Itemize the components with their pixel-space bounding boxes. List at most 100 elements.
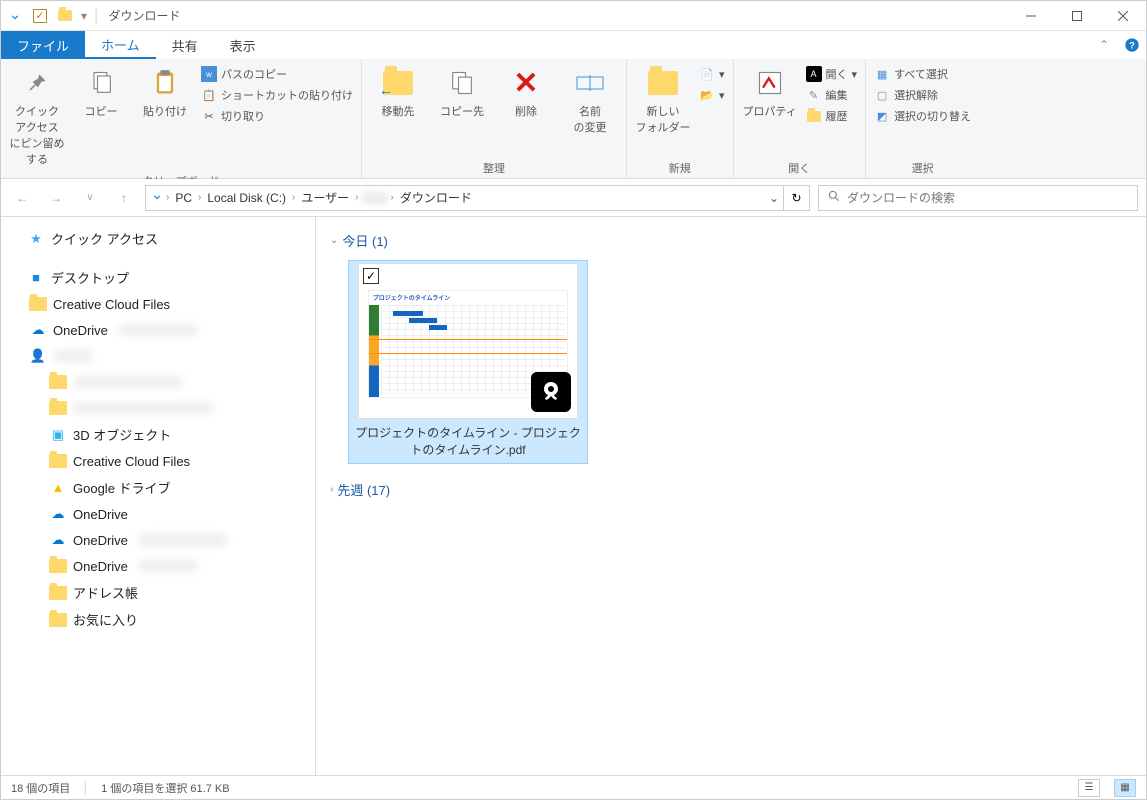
nav-recent-button[interactable]: v — [77, 185, 103, 211]
delete-label: 削除 — [515, 103, 537, 119]
tree-onedrive[interactable]: ☁OneDrive — [1, 317, 315, 343]
tree-creative-cloud-2[interactable]: Creative Cloud Files — [1, 448, 315, 474]
breadcrumb-pc[interactable]: PC — [171, 191, 196, 205]
cut-button[interactable]: ✂切り取り — [199, 107, 355, 125]
open-button[interactable]: A開く▾ — [804, 65, 860, 83]
select-none-button[interactable]: ▢選択解除 — [872, 86, 973, 104]
select-all-button[interactable]: ▦すべて選択 — [872, 65, 973, 83]
rename-button[interactable]: 名前 の変更 — [560, 63, 620, 139]
file-checkbox[interactable]: ✓ — [363, 268, 379, 284]
tree-desktop[interactable]: ■デスクトップ — [1, 264, 315, 291]
nav-back-button[interactable]: ← — [9, 185, 35, 211]
tab-file[interactable]: ファイル — [1, 31, 85, 59]
copy-path-button[interactable]: wパスのコピー — [199, 65, 355, 83]
pin-quick-access-button[interactable]: クイック アクセス にピン留めする — [7, 63, 67, 171]
tree-address-book[interactable]: アドレス帳 — [1, 579, 315, 606]
window-title: ダウンロード — [109, 7, 181, 24]
tree-google-drive[interactable]: ▲Google ドライブ — [1, 474, 315, 501]
file-item[interactable]: ✓ プロジェクトのタイムライン プロジェクトの — [348, 260, 588, 464]
main-area: ★クイック アクセス ■デスクトップ Creative Cloud Files … — [1, 217, 1146, 775]
breadcrumb-downloads[interactable]: ダウンロード — [396, 189, 476, 206]
breadcrumb-user[interactable] — [361, 191, 389, 205]
folder-icon — [49, 399, 67, 417]
group-open-label: 開く — [740, 158, 860, 176]
new-folder-icon — [647, 67, 679, 99]
new-folder-label: 新しい フォルダー — [636, 103, 691, 135]
navigation-pane[interactable]: ★クイック アクセス ■デスクトップ Creative Cloud Files … — [1, 217, 316, 775]
group-today[interactable]: ⌄ 今日 (1) — [330, 227, 1132, 254]
delete-button[interactable]: ✕ 削除 — [496, 63, 556, 123]
tree-user[interactable]: 👤 — [1, 343, 315, 369]
group-select-label: 選択 — [872, 158, 973, 176]
new-item-icon: 📄 — [699, 66, 715, 82]
edit-button[interactable]: ✎編集 — [804, 86, 860, 104]
tree-quick-access[interactable]: ★クイック アクセス — [1, 225, 315, 252]
tree-onedrive-2[interactable]: ☁OneDrive — [1, 501, 315, 527]
status-selected: 1 個の項目を選択 61.7 KB — [101, 780, 229, 796]
address-icon — [49, 584, 67, 602]
tab-home[interactable]: ホーム — [85, 31, 156, 59]
easy-access-button[interactable]: 📂▾ — [697, 86, 727, 104]
paste-button[interactable]: 貼り付け — [135, 63, 195, 123]
tree-onedrive-3[interactable]: ☁OneDrive — [1, 527, 315, 553]
user-icon: 👤 — [29, 347, 47, 365]
desktop-icon: ■ — [27, 269, 45, 287]
breadcrumb-dropdown-icon[interactable]: ⌄ — [769, 191, 779, 205]
app-down-arrow-icon — [5, 6, 25, 26]
nav-up-button[interactable]: ↑ — [111, 185, 137, 211]
tree-3d-objects[interactable]: ▣3D オブジェクト — [1, 421, 315, 448]
copy-button[interactable]: コピー — [71, 63, 131, 123]
select-none-icon: ▢ — [874, 87, 890, 103]
breadcrumb-disk[interactable]: Local Disk (C:) — [203, 191, 290, 205]
paste-label: 貼り付け — [143, 103, 187, 119]
nav-forward-button[interactable]: → — [43, 185, 69, 211]
refresh-button[interactable]: ↻ — [784, 185, 810, 211]
search-input[interactable] — [847, 191, 1129, 205]
new-folder-button[interactable]: 新しい フォルダー — [633, 63, 693, 139]
title-separator: │ — [93, 9, 101, 23]
tree-creative-cloud[interactable]: Creative Cloud Files — [1, 291, 315, 317]
view-details-button[interactable]: ☰ — [1078, 779, 1100, 797]
tree-folder-b[interactable] — [1, 395, 315, 421]
ribbon-group-new: 新しい フォルダー 📄▾ 📂▾ 新規 — [627, 59, 734, 178]
ribbon-collapse-icon[interactable]: ⌃ — [1090, 31, 1118, 59]
file-name: プロジェクトのタイムライン - プロジェクトのタイムライン.pdf — [351, 419, 585, 461]
tree-onedrive-4[interactable]: OneDrive — [1, 553, 315, 579]
content-pane[interactable]: ⌄ 今日 (1) ✓ プロジェクトのタイムライン — [316, 217, 1146, 775]
move-to-button[interactable]: ← 移動先 — [368, 63, 428, 123]
close-button[interactable] — [1100, 1, 1146, 31]
copy-to-button[interactable]: コピー先 — [432, 63, 492, 123]
group-lastweek[interactable]: › 先週 (17) — [330, 476, 1132, 503]
breadcrumb[interactable]: › PC› Local Disk (C:)› ユーザー› › ダウンロード ⌄ — [145, 185, 784, 211]
properties-button[interactable]: プロパティ — [740, 63, 800, 123]
properties-label: プロパティ — [742, 103, 796, 119]
pin-quick-label: クイック アクセス にピン留めする — [9, 103, 65, 167]
qa-dropdown-icon[interactable]: ▾ — [81, 9, 87, 23]
breadcrumb-location-icon — [150, 189, 164, 206]
minimize-button[interactable] — [1008, 1, 1054, 31]
tree-favorites[interactable]: お気に入り — [1, 606, 315, 633]
qa-checkbox-icon[interactable]: ✓ — [33, 9, 47, 23]
group-organize-label: 整理 — [368, 158, 620, 176]
title-bar: ✓ ▾ │ ダウンロード — [1, 1, 1146, 31]
paste-shortcut-button[interactable]: 📋ショートカットの貼り付け — [199, 86, 355, 104]
history-button[interactable]: 履歴 — [804, 107, 860, 125]
tab-share[interactable]: 共有 — [156, 31, 214, 59]
rename-label: 名前 の変更 — [574, 103, 607, 135]
qa-folder-icon[interactable] — [55, 6, 75, 26]
folder-icon — [49, 557, 67, 575]
new-item-button[interactable]: 📄▾ — [697, 65, 727, 83]
invert-selection-button[interactable]: ◩選択の切り替え — [872, 107, 973, 125]
search-icon — [827, 189, 841, 206]
select-all-icon: ▦ — [874, 66, 890, 82]
svg-text:?: ? — [1129, 40, 1135, 50]
tab-view[interactable]: 表示 — [214, 31, 272, 59]
ribbon-group-open: プロパティ A開く▾ ✎編集 履歴 開く — [734, 59, 867, 178]
help-icon[interactable]: ? — [1118, 31, 1146, 59]
breadcrumb-users[interactable]: ユーザー — [297, 189, 353, 206]
3d-icon: ▣ — [49, 426, 67, 444]
search-box[interactable] — [818, 185, 1138, 211]
maximize-button[interactable] — [1054, 1, 1100, 31]
tree-folder-a[interactable] — [1, 369, 315, 395]
view-large-icons-button[interactable]: ▦ — [1114, 779, 1136, 797]
